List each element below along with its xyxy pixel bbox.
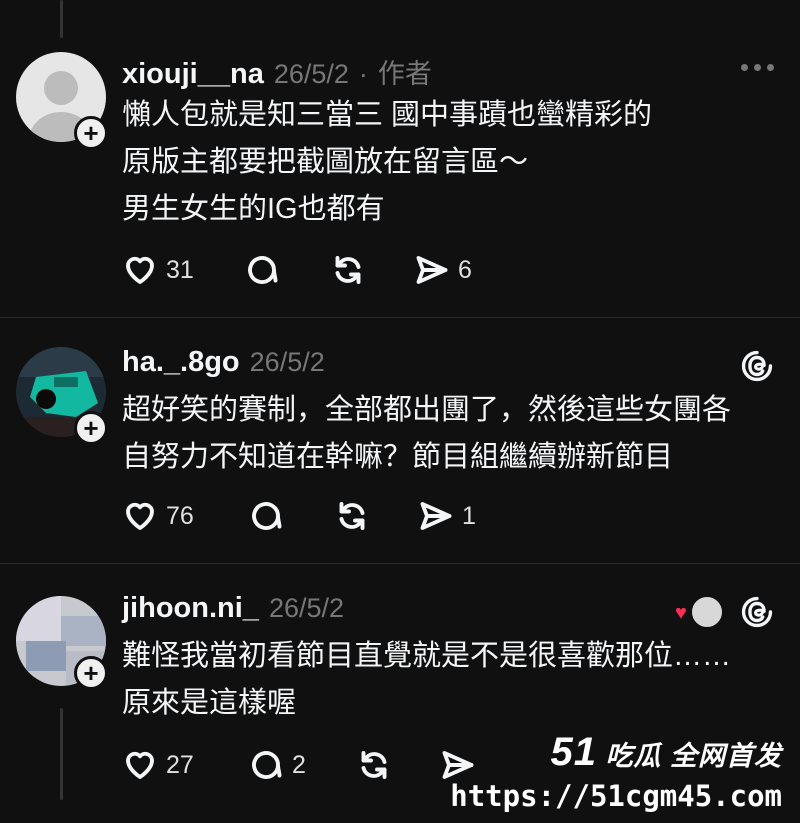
follow-plus-icon[interactable]: +: [74, 116, 108, 150]
watermark-brand: 51 吃瓜 全网首发: [450, 730, 782, 775]
post-date: 26/5/2: [249, 347, 325, 377]
username[interactable]: xiouji__na: [122, 58, 264, 91]
post-date: 26/5/2: [268, 593, 345, 623]
post-header: xiouji__na 26/5/2 · 作者: [122, 52, 432, 91]
post-actions: 31 6: [122, 252, 472, 288]
like-count: 76: [166, 501, 194, 530]
post-actions: 76 1: [122, 498, 476, 534]
watermark-brand-num: 51: [550, 730, 597, 774]
repost-icon: [335, 256, 361, 284]
author-tag: 作者: [377, 59, 432, 89]
post-line: 超好笑的賽制，全部都出團了，然後這些女團各: [122, 394, 732, 426]
share-button[interactable]: 1: [418, 498, 476, 534]
send-icon: [420, 502, 452, 530]
reply-count: 2: [292, 750, 306, 779]
post-line: 自努力不知道在幹嘛？節目組繼續辦新節目: [122, 441, 674, 473]
watermark: 51 吃瓜 全网首发 https://51cgm45.com: [450, 730, 782, 813]
like-button[interactable]: 27: [122, 747, 248, 783]
like-count: 31: [166, 255, 194, 284]
share-count: 1: [462, 501, 476, 530]
reply-button[interactable]: [244, 252, 330, 288]
send-icon: [416, 256, 448, 284]
comment-icon: [252, 502, 282, 530]
watermark-brand-text: 吃瓜 全网首发: [605, 741, 782, 771]
thread-line-bottom: [60, 708, 63, 800]
post-body: 超好笑的賽制，全部都出團了，然後這些女團各 自努力不知道在幹嘛？節目組繼續辦新節…: [122, 387, 731, 481]
post-header: ha._.8go 26/5/2: [122, 346, 325, 379]
share-button[interactable]: 6: [414, 252, 472, 288]
post-body: 難怪我當初看節目直覺就是不是很喜歡那位…… 原來是這樣喔: [122, 633, 731, 727]
repost-icon: [361, 751, 387, 779]
repost-button[interactable]: [356, 747, 440, 783]
share-count: 6: [458, 255, 472, 284]
heart-icon: [126, 256, 154, 284]
like-button[interactable]: 76: [122, 498, 248, 534]
post-line: 懶人包就是知三當三 國中事蹟也蠻精彩的: [122, 99, 653, 131]
follow-plus-icon[interactable]: +: [74, 411, 108, 445]
post-line: 原來是這樣喔: [122, 687, 297, 719]
comment-icon: [252, 751, 282, 779]
username[interactable]: ha._.8go: [122, 346, 240, 379]
separator: ·: [358, 59, 368, 89]
threads-logo-icon[interactable]: [740, 595, 774, 629]
post-divider: [0, 317, 800, 318]
post-divider: [0, 563, 800, 564]
post-actions: 27 2: [122, 747, 476, 783]
comment-icon: [248, 256, 278, 284]
watermark-url: https://51cgm45.com: [450, 779, 782, 813]
post-date: 26/5/2: [273, 59, 349, 89]
repost-icon: [339, 502, 365, 530]
like-button[interactable]: 31: [122, 252, 244, 288]
follow-plus-icon[interactable]: +: [74, 656, 108, 690]
top-partial-actions: [122, 0, 422, 6]
partial-action-icons: [122, 0, 422, 6]
reply-button[interactable]: 2: [248, 747, 356, 783]
thread-line-top: [60, 0, 63, 38]
post-line: 原版主都要把截圖放在留言區～: [122, 146, 529, 178]
post-line: 男生女生的IG也都有: [122, 193, 385, 225]
like-count: 27: [166, 750, 194, 779]
liked-heart-icon: ♥: [675, 602, 687, 624]
repost-button[interactable]: [330, 252, 414, 288]
more-options-icon[interactable]: [741, 64, 774, 71]
repost-button[interactable]: [334, 498, 418, 534]
reply-button[interactable]: [248, 498, 334, 534]
post-body: 懶人包就是知三當三 國中事蹟也蠻精彩的 原版主都要把截圖放在留言區～ 男生女生的…: [122, 92, 652, 233]
post-header: jihoon.ni_ 26/5/2: [122, 592, 344, 625]
liked-by-avatar: [690, 595, 724, 629]
heart-icon: [126, 502, 154, 530]
post-line: 難怪我當初看節目直覺就是不是很喜歡那位……: [122, 640, 732, 672]
threads-logo-icon[interactable]: [740, 349, 774, 383]
heart-icon: [126, 751, 154, 779]
username[interactable]: jihoon.ni_: [122, 592, 259, 625]
